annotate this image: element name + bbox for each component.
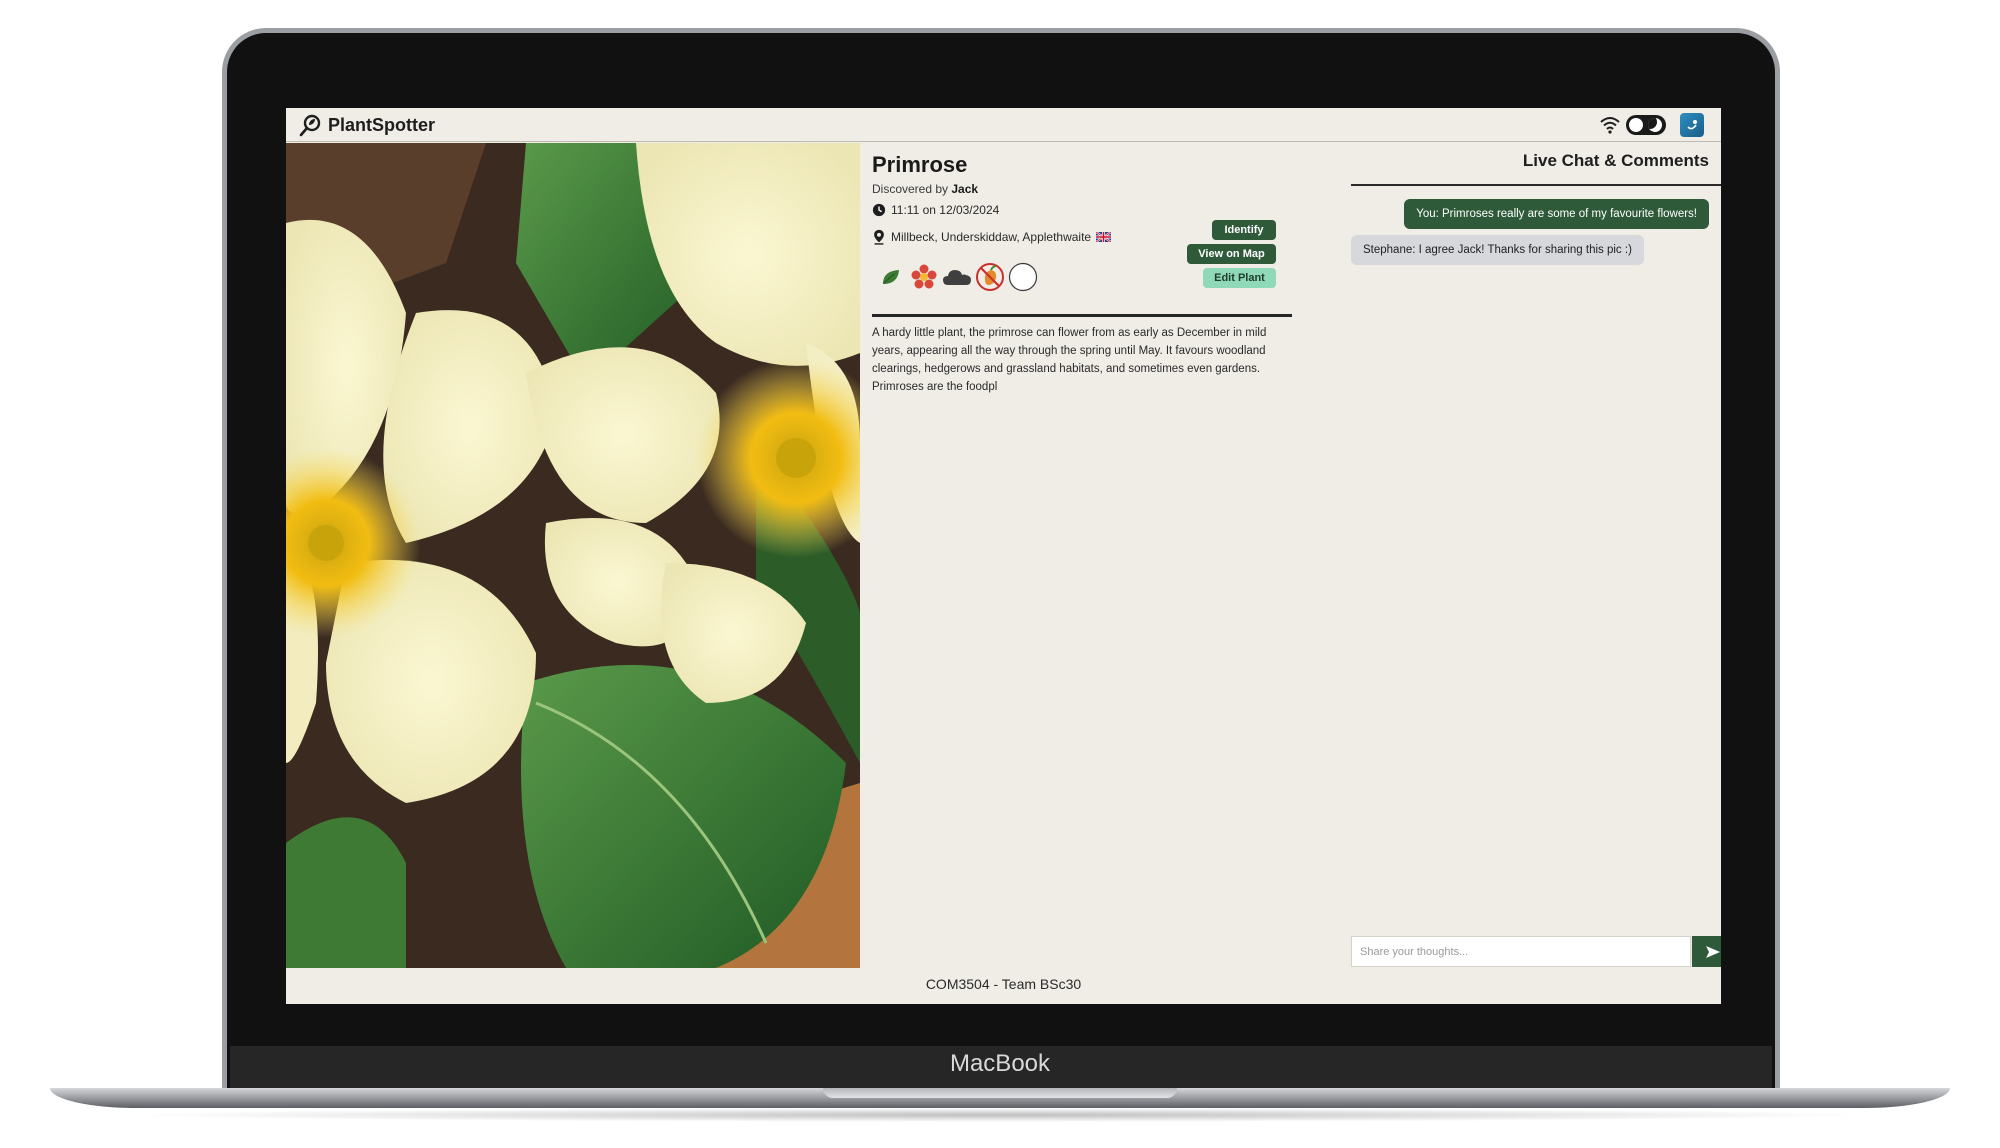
plant-description: A hardy little plant, the primrose can f… <box>872 327 1267 393</box>
chat-message-other: Stephane: I agree Jack! Thanks for shari… <box>1351 235 1644 265</box>
laptop-shadow <box>120 1108 1880 1122</box>
avatar-icon <box>1687 120 1697 130</box>
cloud-icon <box>942 262 972 292</box>
details-divider <box>872 314 1292 317</box>
plant-name: Primrose <box>872 152 968 177</box>
discoverer-name[interactable]: Jack <box>951 182 978 196</box>
wifi-icon <box>1600 117 1620 134</box>
plant-traits <box>876 262 1041 292</box>
location-row: Millbeck, Underskiddaw, Applethwaite <box>872 229 1112 245</box>
footer-text: COM3504 - Team BSc30 <box>925 976 1082 992</box>
chat-panel: Live Chat & Comments You: Primroses real… <box>1339 143 1721 968</box>
edit-plant-button[interactable]: Edit Plant <box>1203 268 1276 288</box>
dark-mode-toggle[interactable] <box>1626 115 1666 135</box>
view-on-map-button[interactable]: View on Map <box>1187 244 1276 264</box>
clock-icon <box>872 203 886 217</box>
no-fruit-icon <box>975 262 1005 292</box>
toggle-knob <box>1629 118 1643 132</box>
discovered-by: Discovered by Jack <box>872 182 978 196</box>
plant-datetime: 11:11 on 12/03/2024 <box>891 203 1000 217</box>
chat-divider <box>1351 184 1721 186</box>
top-navbar: PlantSpotter <box>286 108 1721 142</box>
plant-search-icon[interactable] <box>298 114 322 138</box>
primrose-image <box>286 143 860 968</box>
user-avatar[interactable] <box>1680 113 1704 137</box>
leaf-icon <box>876 262 906 292</box>
plant-location: Millbeck, Underskiddaw, Applethwaite <box>891 230 1092 244</box>
empty-circle-icon <box>1008 262 1038 292</box>
app-screen: PlantSpotter Primrose Discovered by Jack… <box>286 108 1721 1004</box>
chat-message-own: You: Primroses really are some of my fav… <box>1404 199 1709 229</box>
app-title[interactable]: PlantSpotter <box>328 115 435 136</box>
flower-icon <box>909 262 939 292</box>
plant-photo <box>286 143 860 968</box>
discovered-prefix: Discovered by <box>872 182 949 196</box>
chat-input[interactable] <box>1351 936 1691 967</box>
datetime-row: 11:11 on 12/03/2024 <box>872 202 999 218</box>
send-icon <box>1705 945 1720 958</box>
moon-icon <box>1648 118 1662 132</box>
laptop-notch <box>823 1088 1177 1098</box>
location-pin-icon <box>874 229 884 245</box>
identify-button[interactable]: Identify <box>1212 220 1276 240</box>
uk-flag-icon <box>1096 232 1112 242</box>
send-button[interactable] <box>1692 936 1721 967</box>
chat-title: Live Chat & Comments <box>1522 151 1709 170</box>
device-brand-label: MacBook <box>949 1050 1051 1077</box>
